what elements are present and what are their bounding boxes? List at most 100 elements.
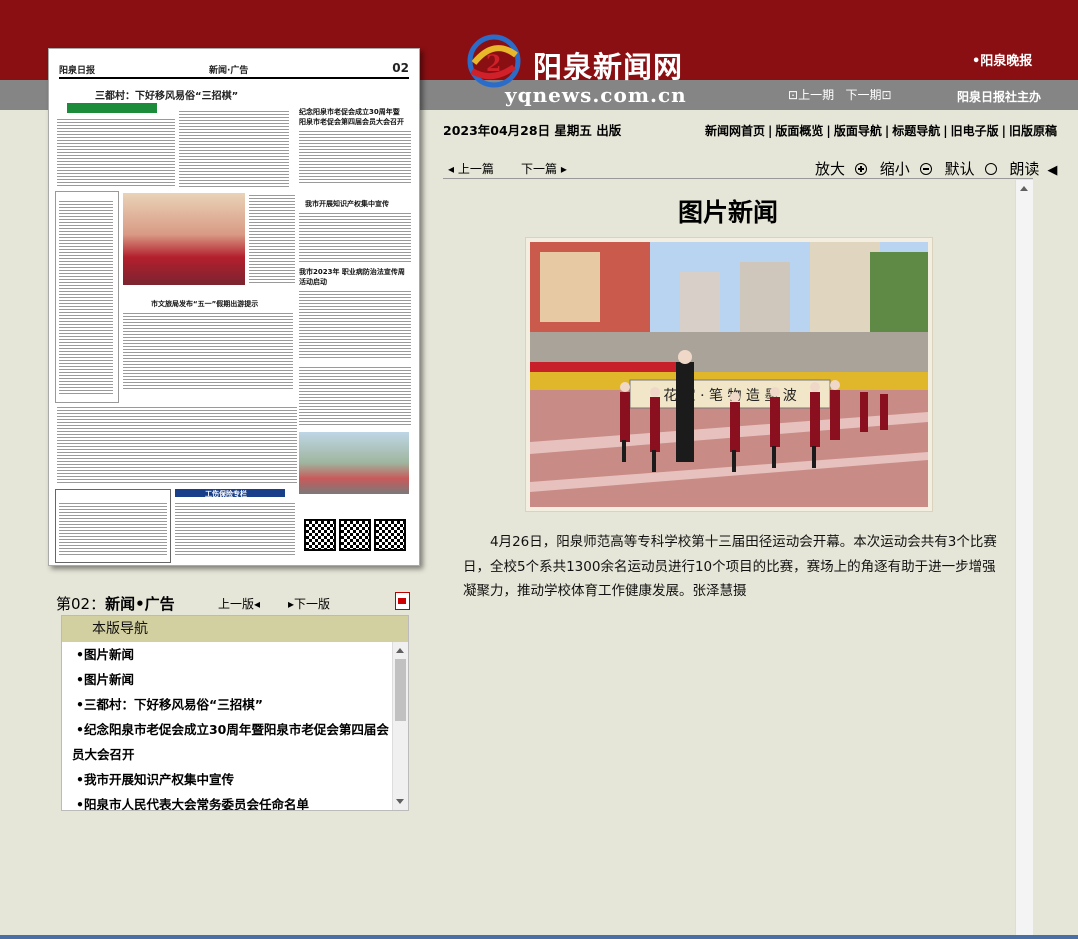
bottom-border (0, 935, 1078, 939)
sponsor-text: 阳泉日报社主办 (957, 90, 1042, 104)
qr-code-icon (339, 519, 371, 551)
page-label-name: 新闻•广告 (105, 595, 175, 613)
paper-text-block (299, 211, 411, 263)
paper-section: 新闻·广告 (209, 66, 249, 76)
read-aloud-label: 朗读 (1009, 160, 1040, 178)
paper-green-strip (67, 103, 157, 113)
prev-article-label[interactable]: 上一篇 (458, 162, 494, 176)
nav-item-laocuhui[interactable]: •纪念阳泉市老促会成立30周年暨阳泉市老促会第四届会员大会召开 (62, 717, 392, 767)
scroll-down-icon[interactable] (396, 799, 404, 804)
issue-date: 2023年04月28日 星期五 出版 (443, 123, 622, 138)
zoom-out-button[interactable]: 缩小 (880, 160, 932, 178)
page-label: 第02：新闻•广告 (56, 593, 175, 614)
nav-separator: | (943, 124, 948, 138)
paper-text-block (59, 199, 113, 395)
paper-heading-vaccine[interactable]: 我市2023年 职业病防治法宣传周活动启动 (299, 267, 411, 287)
read-aloud-button[interactable]: 朗读 ◀ (1009, 160, 1065, 178)
top-nav: 新闻网首页 | 版面概览 | 版面导航 | 标题导航 | 旧电子版 | 旧版原稿 (705, 122, 1057, 139)
nav-home[interactable]: 新闻网首页 (705, 124, 765, 138)
site-name[interactable]: 阳泉新闻网 (533, 44, 683, 86)
next-page-link[interactable]: ▸下一版 (288, 595, 330, 612)
article-scrollbar[interactable] (1015, 180, 1033, 939)
page-nav-list: •图片新闻 •图片新闻 •三都村：下好移风易俗“三招棋” •纪念阳泉市老促会成立… (62, 642, 392, 810)
nav-item-sandu-village[interactable]: •三都村：下好移风易俗“三招棋” (62, 692, 392, 717)
paper-text-block (299, 289, 411, 359)
paper-heading-mid-1[interactable]: 纪念阳泉市老促会成立30周年暨 (299, 107, 400, 117)
zoom-out-icon (919, 163, 932, 175)
article-photo-frame: 花 宝 · 笔 物 造 墨 波 (525, 237, 933, 512)
qr-code-icon (304, 519, 336, 551)
scroll-thumb[interactable] (395, 659, 406, 721)
paper-heading-mid-2[interactable]: 阳泉市老促会第四届会员大会召开 (299, 117, 404, 127)
nav-separator: | (768, 124, 773, 138)
nav-old-edition[interactable]: 旧电子版 (951, 124, 999, 138)
page-nav-panel: 本版导航 •图片新闻 •图片新闻 •三都村：下好移风易俗“三招棋” •纪念阳泉市… (61, 615, 409, 811)
scroll-up-icon[interactable] (396, 648, 404, 653)
next-page-label[interactable]: 下一版 (294, 597, 330, 611)
nav-separator: | (826, 124, 831, 138)
default-size-icon (984, 163, 997, 175)
paper-logo: 阳泉日报 (59, 66, 96, 76)
paper-heading-insurance[interactable]: 工伤保险专栏 (205, 489, 247, 499)
paper-heading-ip[interactable]: 我市开展知识产权集中宣传 (305, 199, 389, 209)
nav-panel-scrollbar[interactable] (392, 642, 408, 810)
site-logo-icon: 2 (467, 34, 521, 88)
nav-overview[interactable]: 版面概览 (775, 124, 823, 138)
paper-text-block (123, 311, 293, 391)
next-issue-icon: ⊡ (881, 88, 892, 102)
prev-article-link[interactable]: ◂ 上一篇 (448, 160, 494, 177)
evening-paper-link[interactable]: •阳泉晚报 (972, 50, 1032, 69)
paper-text-block (249, 193, 295, 285)
default-size-label: 默认 (944, 160, 975, 178)
prev-arrow-icon: ◂ (254, 597, 261, 611)
paper-text-block (57, 117, 175, 187)
nav-item-picture-news-1[interactable]: •图片新闻 (62, 642, 392, 667)
nav-item-appointment-list[interactable]: •阳泉市人民代表大会常务委员会任命名单 (62, 792, 392, 810)
scroll-up-icon[interactable] (1020, 186, 1028, 191)
page-label-prefix: 第02： (56, 595, 106, 613)
default-size-button[interactable]: 默认 (945, 160, 997, 178)
paper-headline[interactable]: 三都村：下好移风易俗“三招棋” (95, 87, 238, 102)
newspaper-page-thumbnail[interactable]: 阳泉日报 新闻·广告 02 三都村：下好移风易俗“三招棋” 纪念阳泉市老促会成立… (48, 48, 420, 566)
paper-text-block (175, 501, 295, 557)
nav-page-nav[interactable]: 版面导航 (834, 124, 882, 138)
paper-masthead: 阳泉日报 新闻·广告 02 (59, 61, 409, 79)
article-title: 图片新闻 (678, 198, 779, 227)
issue-pager: ⊡上一期 下一期⊡ (788, 86, 892, 103)
left-arrow-icon: ◂ (448, 162, 455, 176)
site-url: yqnews.com.cn (505, 83, 687, 107)
paper-text-block (299, 365, 411, 427)
prev-page-label[interactable]: 上一版 (218, 597, 254, 611)
paper-text-block (57, 405, 297, 483)
pdf-download-icon[interactable] (395, 592, 410, 610)
nav-title-nav[interactable]: 标题导航 (892, 124, 940, 138)
divider (443, 178, 1033, 179)
qr-code-icon (374, 519, 406, 551)
svg-text:2: 2 (486, 51, 501, 77)
zoom-in-icon (855, 163, 868, 175)
paper-photo-thumbnail[interactable] (123, 193, 245, 285)
nav-item-ip-publicity[interactable]: •我市开展知识产权集中宣传 (62, 767, 392, 792)
paper-page-number: 02 (392, 61, 409, 75)
nav-old-original[interactable]: 旧版原稿 (1009, 124, 1057, 138)
zoom-out-label: 缩小 (879, 160, 910, 178)
article-photo[interactable]: 花 宝 · 笔 物 造 墨 波 (530, 242, 928, 507)
next-issue-link[interactable]: 下一期 (846, 88, 882, 102)
zoom-in-button[interactable]: 放大 (815, 160, 868, 178)
prev-page-link[interactable]: 上一版◂ (218, 595, 260, 612)
nav-separator: | (884, 124, 890, 138)
nav-separator: | (1001, 124, 1007, 138)
right-arrow-icon: ▸ (560, 162, 567, 176)
reading-tools: 放大 缩小 默认 朗读 ◀ (815, 158, 1073, 179)
zoom-in-label: 放大 (815, 160, 846, 178)
paper-heading-tourism[interactable]: 市文旅局发布“五一”假期出游提示 (151, 299, 258, 309)
nav-item-picture-news-2[interactable]: •图片新闻 (62, 667, 392, 692)
paper-text-block (299, 129, 411, 185)
paper-photo-thumbnail-2[interactable] (299, 432, 409, 494)
speaker-icon: ◀ (1047, 163, 1058, 178)
next-article-link[interactable]: 下一篇 ▸ (521, 160, 567, 177)
next-article-label[interactable]: 下一篇 (521, 162, 557, 176)
paper-text-block (59, 501, 167, 557)
prev-issue-link[interactable]: 上一期 (798, 88, 834, 102)
article-caption: 4月26日，阳泉师范高等专科学校第十三届田径运动会开幕。本次运动会共有3个比赛日… (463, 534, 997, 599)
